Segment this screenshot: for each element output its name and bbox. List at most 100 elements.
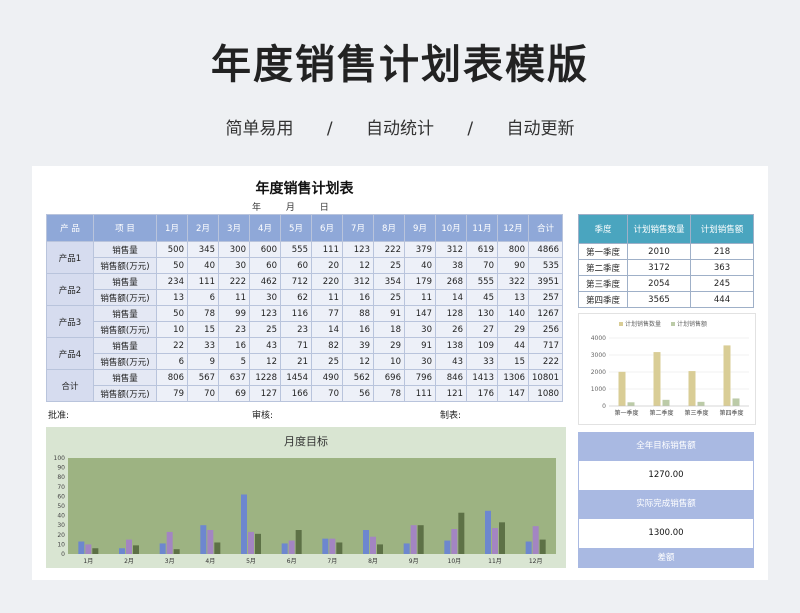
value-cell: 62 — [280, 289, 312, 306]
sign-review: 审核: — [252, 411, 274, 421]
table-row: 产品1 销售量 500 345 300 600 555 111 123 222 379 312 619 8… — [46, 241, 564, 274]
value-cell: 555 — [280, 241, 312, 258]
value-cell: 69 — [218, 385, 250, 402]
value-cell: 567 — [187, 369, 219, 386]
legend-label: 计划销售数量 — [625, 320, 661, 328]
bar — [207, 530, 214, 554]
value-cell: 1228 — [249, 369, 281, 386]
bar — [200, 525, 207, 554]
metric-cell: 销售量 — [93, 337, 157, 354]
value-cell: 25 — [373, 289, 405, 306]
header-cell: 1月 — [156, 214, 188, 242]
y-tick-label: 1000 — [591, 386, 606, 393]
value-cell: 26 — [435, 321, 467, 338]
actual-sales-label: 实际完成销售额 — [578, 490, 754, 519]
y-tick-label: 50 — [57, 503, 65, 510]
quarter-cell: 444 — [690, 291, 754, 308]
value-cell: 22 — [156, 337, 188, 354]
bar — [697, 401, 705, 406]
quarter-cell: 3172 — [627, 259, 691, 276]
value-cell: 846 — [435, 369, 467, 386]
bar — [492, 528, 498, 554]
bar — [85, 544, 92, 554]
spreadsheet-preview: 年度销售计划表 年 月 日 产 品项 目 1月 2月 3月 4月 5月 6月 7月 8月 9月 10… — [32, 166, 768, 580]
value-cell: 3951 — [527, 273, 564, 290]
header-cell: 4月 — [249, 214, 281, 242]
table-row: 销售额(万元) 79 70 69 127 166 70 56 78 111 121 176 147 108… — [47, 385, 564, 402]
value-cell: 600 — [249, 241, 281, 258]
value-cell: 88 — [342, 305, 374, 322]
product-name-cell: 合计 — [46, 369, 94, 402]
value-cell: 220 — [311, 273, 343, 290]
value-cell: 50 — [156, 305, 188, 322]
value-cell: 13 — [497, 289, 529, 306]
bar — [688, 371, 696, 406]
x-tick-label: 第四季度 — [719, 409, 743, 417]
bar — [377, 544, 383, 554]
value-cell: 33 — [466, 353, 498, 370]
metric-cell: 销售额(万元) — [93, 289, 157, 306]
y-tick-label: 60 — [57, 493, 65, 500]
value-cell: 4866 — [527, 241, 564, 258]
annual-target-label: 全年目标销售额 — [578, 432, 754, 461]
value-cell: 345 — [187, 241, 219, 258]
value-cell: 44 — [497, 337, 529, 354]
quarter-header-cell: 计划销售额 — [690, 214, 754, 244]
y-tick-label: 90 — [57, 465, 65, 472]
value-cell: 23 — [280, 321, 312, 338]
y-tick-label: 10 — [57, 541, 65, 548]
value-cell: 13 — [156, 289, 188, 306]
quarter-cell: 3565 — [627, 291, 691, 308]
value-cell: 1080 — [527, 385, 564, 402]
quarter-table: 季度 计划销售数量 计划销售额 第一季度 2010 218 第二季度 3172 363 第三季度 2… — [578, 214, 754, 308]
value-cell: 1413 — [466, 369, 498, 386]
value-cell: 90 — [497, 257, 529, 274]
quarter-cell: 363 — [690, 259, 754, 276]
value-cell: 91 — [373, 305, 405, 322]
value-cell: 11 — [404, 289, 436, 306]
date-day: 日 — [319, 203, 329, 213]
metric-cell: 销售量 — [93, 241, 157, 258]
y-tick-label: 40 — [57, 513, 65, 520]
table-row: 销售额(万元) 13 6 11 30 62 11 16 25 11 14 45 13 257 — [47, 289, 564, 306]
header-cell: 8月 — [373, 214, 405, 242]
difference-label: 差额 — [578, 548, 754, 568]
value-cell: 354 — [373, 273, 405, 290]
value-cell: 128 — [435, 305, 467, 322]
sales-plan-table: 产 品项 目 1月 2月 3月 4月 5月 6月 7月 8月 9月 10月 11月 12月 合计 产品1 销售… — [46, 214, 564, 402]
metric-cell: 销售量 — [93, 273, 157, 290]
value-cell: 806 — [156, 369, 188, 386]
value-cell: 9 — [187, 353, 219, 370]
product-name-cell: 产品3 — [46, 305, 94, 338]
header-cell: 10月 — [435, 214, 467, 242]
value-cell: 16 — [342, 289, 374, 306]
value-cell: 60 — [280, 257, 312, 274]
x-tick-label: 9月 — [409, 558, 419, 565]
value-cell: 800 — [497, 241, 529, 258]
quarter-cell: 第四季度 — [578, 291, 628, 308]
value-cell: 147 — [404, 305, 436, 322]
metric-cell: 销售额(万元) — [93, 321, 157, 338]
bar — [662, 399, 670, 406]
value-cell: 10 — [156, 321, 188, 338]
bar — [723, 345, 731, 406]
quarter-cell: 2010 — [627, 243, 691, 260]
product-name-cell: 产品2 — [46, 273, 94, 306]
quarter-chart-svg: 0 1000 2000 3000 4000 计划销售数量 计划销售额第一季度 第二季度 第三季度… — [591, 320, 749, 417]
value-cell: 30 — [404, 321, 436, 338]
bar — [370, 536, 376, 554]
value-cell: 121 — [435, 385, 467, 402]
value-cell: 712 — [280, 273, 312, 290]
bar — [248, 531, 254, 554]
y-tick-label: 0 — [602, 403, 606, 410]
metric-cell: 销售量 — [93, 305, 157, 322]
value-cell: 15 — [187, 321, 219, 338]
value-cell: 99 — [218, 305, 250, 322]
monthly-chart: 月度目标 0 10 20 30 40 50 60 70 80 90 100 1月 2月 3月 4月 5月 6月 7… — [46, 427, 566, 568]
table-row: 销售额(万元) 6 9 5 12 21 25 12 10 30 43 33 15 222 — [47, 353, 564, 370]
y-tick-label: 100 — [54, 455, 66, 462]
table-header-row: 产 品项 目 1月 2月 3月 4月 5月 6月 7月 8月 9月 10月 11月 12月 合计 — [46, 214, 564, 242]
value-cell: 11 — [311, 289, 343, 306]
value-cell: 91 — [404, 337, 436, 354]
x-tick-label: 12月 — [529, 558, 543, 565]
